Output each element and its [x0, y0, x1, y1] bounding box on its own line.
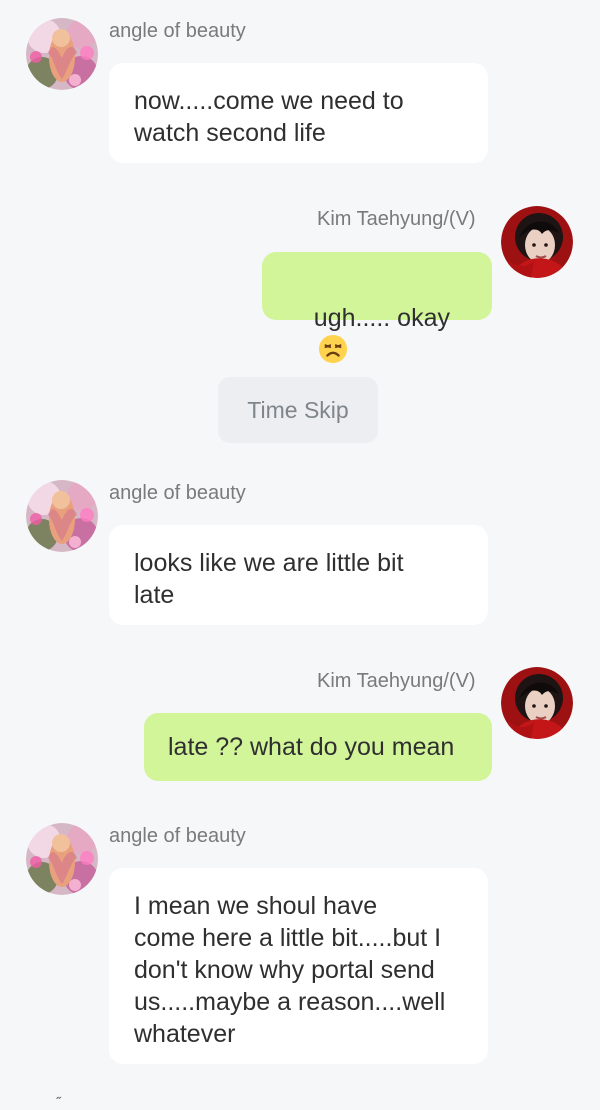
time-skip-label: Time Skip [218, 377, 378, 443]
angle-of-beauty-avatar[interactable] [26, 480, 98, 552]
sender-name-angle-of-beauty: angle of beauty [109, 482, 246, 504]
chat-thread: angle of beauty now.....come we need to … [0, 0, 600, 1110]
sender-name-kim-taehyung: Kim Taehyung/(V) [317, 208, 476, 230]
received-message-bubble[interactable]: looks like we are little bit late [109, 525, 488, 625]
sender-name-angle-of-beauty: angle of beauty [109, 825, 246, 847]
pink-floral-angel-icon [26, 18, 98, 90]
bottom-edge-mark-icon: ˝ [56, 1094, 61, 1110]
sent-message-bubble[interactable]: ugh..... okay [262, 252, 492, 364]
pink-floral-angel-icon [26, 823, 98, 895]
kim-taehyung-avatar-icon [501, 667, 573, 739]
kim-taehyung-avatar-icon [501, 206, 573, 278]
angle-of-beauty-avatar[interactable] [26, 18, 98, 90]
received-message-bubble[interactable]: I mean we shoul have come here a little … [109, 868, 488, 1064]
sender-name-kim-taehyung: Kim Taehyung/(V) [317, 670, 476, 692]
sender-name-angle-of-beauty: angle of beauty [109, 20, 246, 42]
kim-taehyung-avatar[interactable] [501, 206, 573, 278]
message-text: ugh..... okay [313, 304, 450, 332]
received-message-bubble[interactable]: now.....come we need to watch second lif… [109, 63, 488, 163]
angle-of-beauty-avatar[interactable] [26, 823, 98, 895]
pink-floral-angel-icon [26, 480, 98, 552]
sent-message-bubble[interactable]: late ?? what do you mean [144, 713, 492, 781]
tired-face-emoji [318, 334, 347, 364]
kim-taehyung-avatar[interactable] [501, 667, 573, 739]
